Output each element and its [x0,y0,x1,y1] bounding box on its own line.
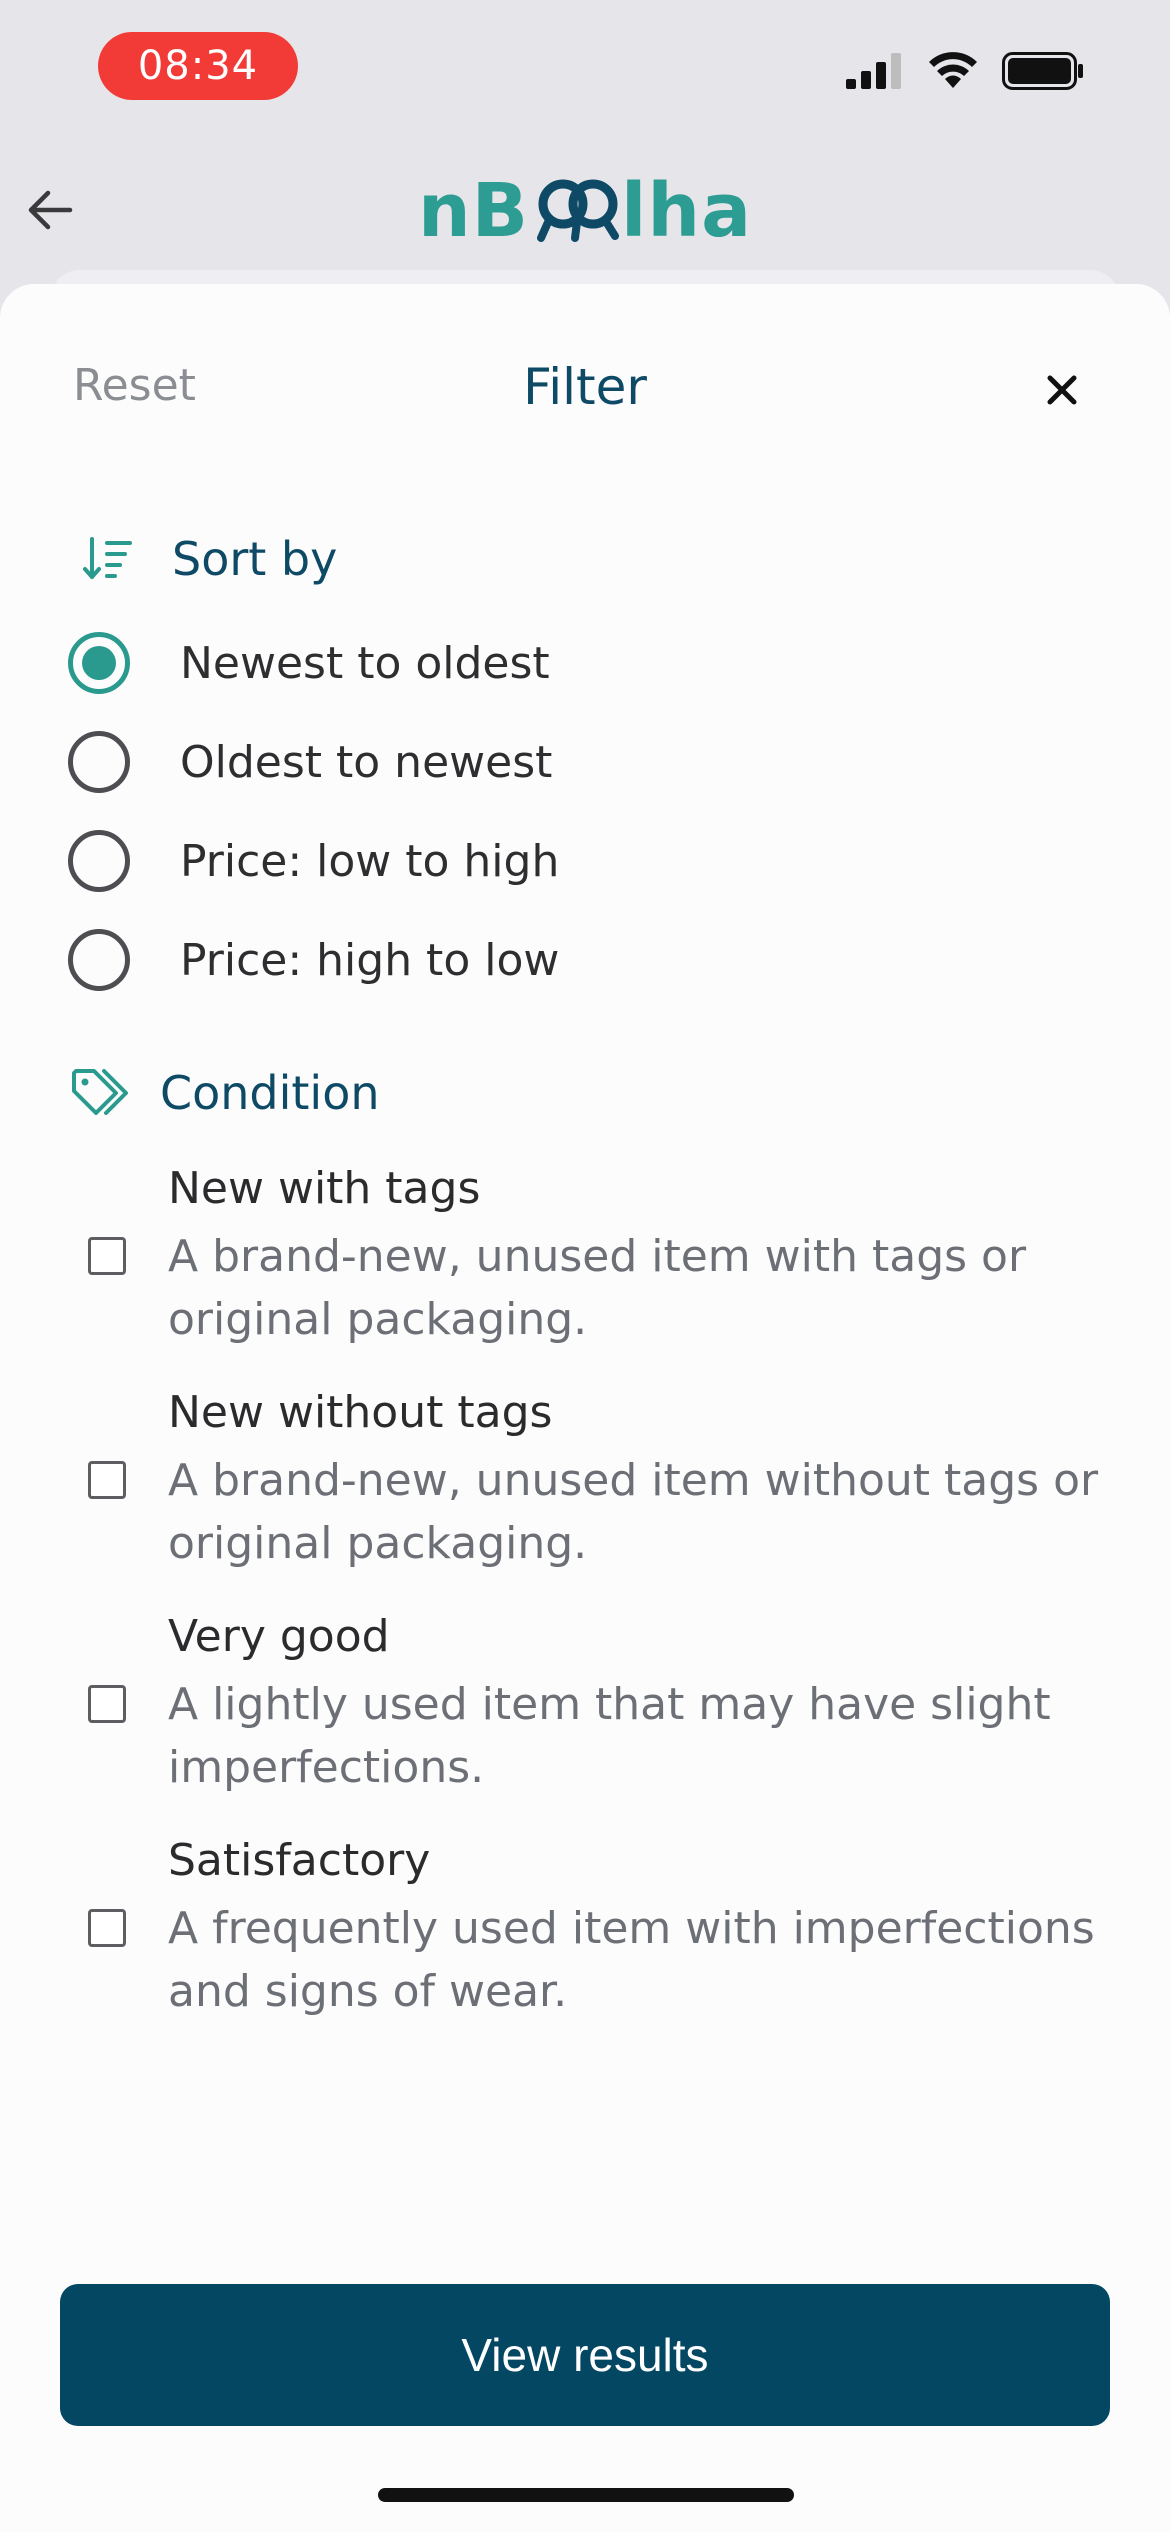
sort-option-label: Price: low to high [180,835,560,887]
sort-icon [83,537,132,579]
radio-button[interactable] [68,731,130,793]
sort-option-label: Newest to oldest [180,637,550,689]
logo-text-right: lha [621,168,753,254]
tag-icon [72,1069,128,1115]
status-icons [846,52,1084,90]
radio-button-selected[interactable] [68,632,130,694]
condition-heading: Condition [70,1066,380,1120]
status-time: 08:34 [98,32,298,100]
sort-option-newest[interactable]: Newest to oldest [68,628,550,698]
checkbox[interactable] [88,1685,126,1723]
sort-by-label: Sort by [172,532,338,586]
app-logo: nB lha [0,168,1170,260]
checkbox[interactable] [88,1237,126,1275]
home-indicator [378,2488,794,2502]
condition-title: Very good [168,1611,390,1662]
logo-text-left: nB [417,168,530,254]
radio-button[interactable] [68,830,130,892]
radio-button[interactable] [68,929,130,991]
checkbox[interactable] [88,1461,126,1499]
condition-description: A brand-new, unused item without tags or… [168,1455,1099,1569]
logo-mark-icon [529,174,621,260]
battery-icon [1002,52,1083,90]
close-button[interactable] [1036,364,1088,416]
condition-description: A lightly used item that may have slight… [168,1679,1051,1793]
sort-option-label: Price: high to low [180,934,560,986]
view-results-button[interactable]: View results [60,2284,1110,2426]
sort-by-heading: Sort by [82,532,337,586]
condition-description: A brand-new, unused item with tags or or… [168,1231,1027,1345]
cellular-signal-icon [846,53,901,89]
condition-description: A frequently used item with imperfection… [168,1903,1095,2017]
wifi-icon [929,52,977,88]
close-icon [1047,375,1077,405]
checkbox[interactable] [88,1909,126,1947]
sort-option-price-high-low[interactable]: Price: high to low [68,925,559,995]
sheet-title: Filter [523,358,647,416]
condition-title: New without tags [168,1387,553,1438]
sort-option-oldest[interactable]: Oldest to newest [68,727,552,797]
sort-option-label: Oldest to newest [180,736,553,788]
sort-option-price-low-high[interactable]: Price: low to high [68,826,559,896]
condition-title: New with tags [168,1163,481,1214]
condition-label: Condition [160,1066,380,1120]
condition-title: Satisfactory [168,1835,431,1886]
